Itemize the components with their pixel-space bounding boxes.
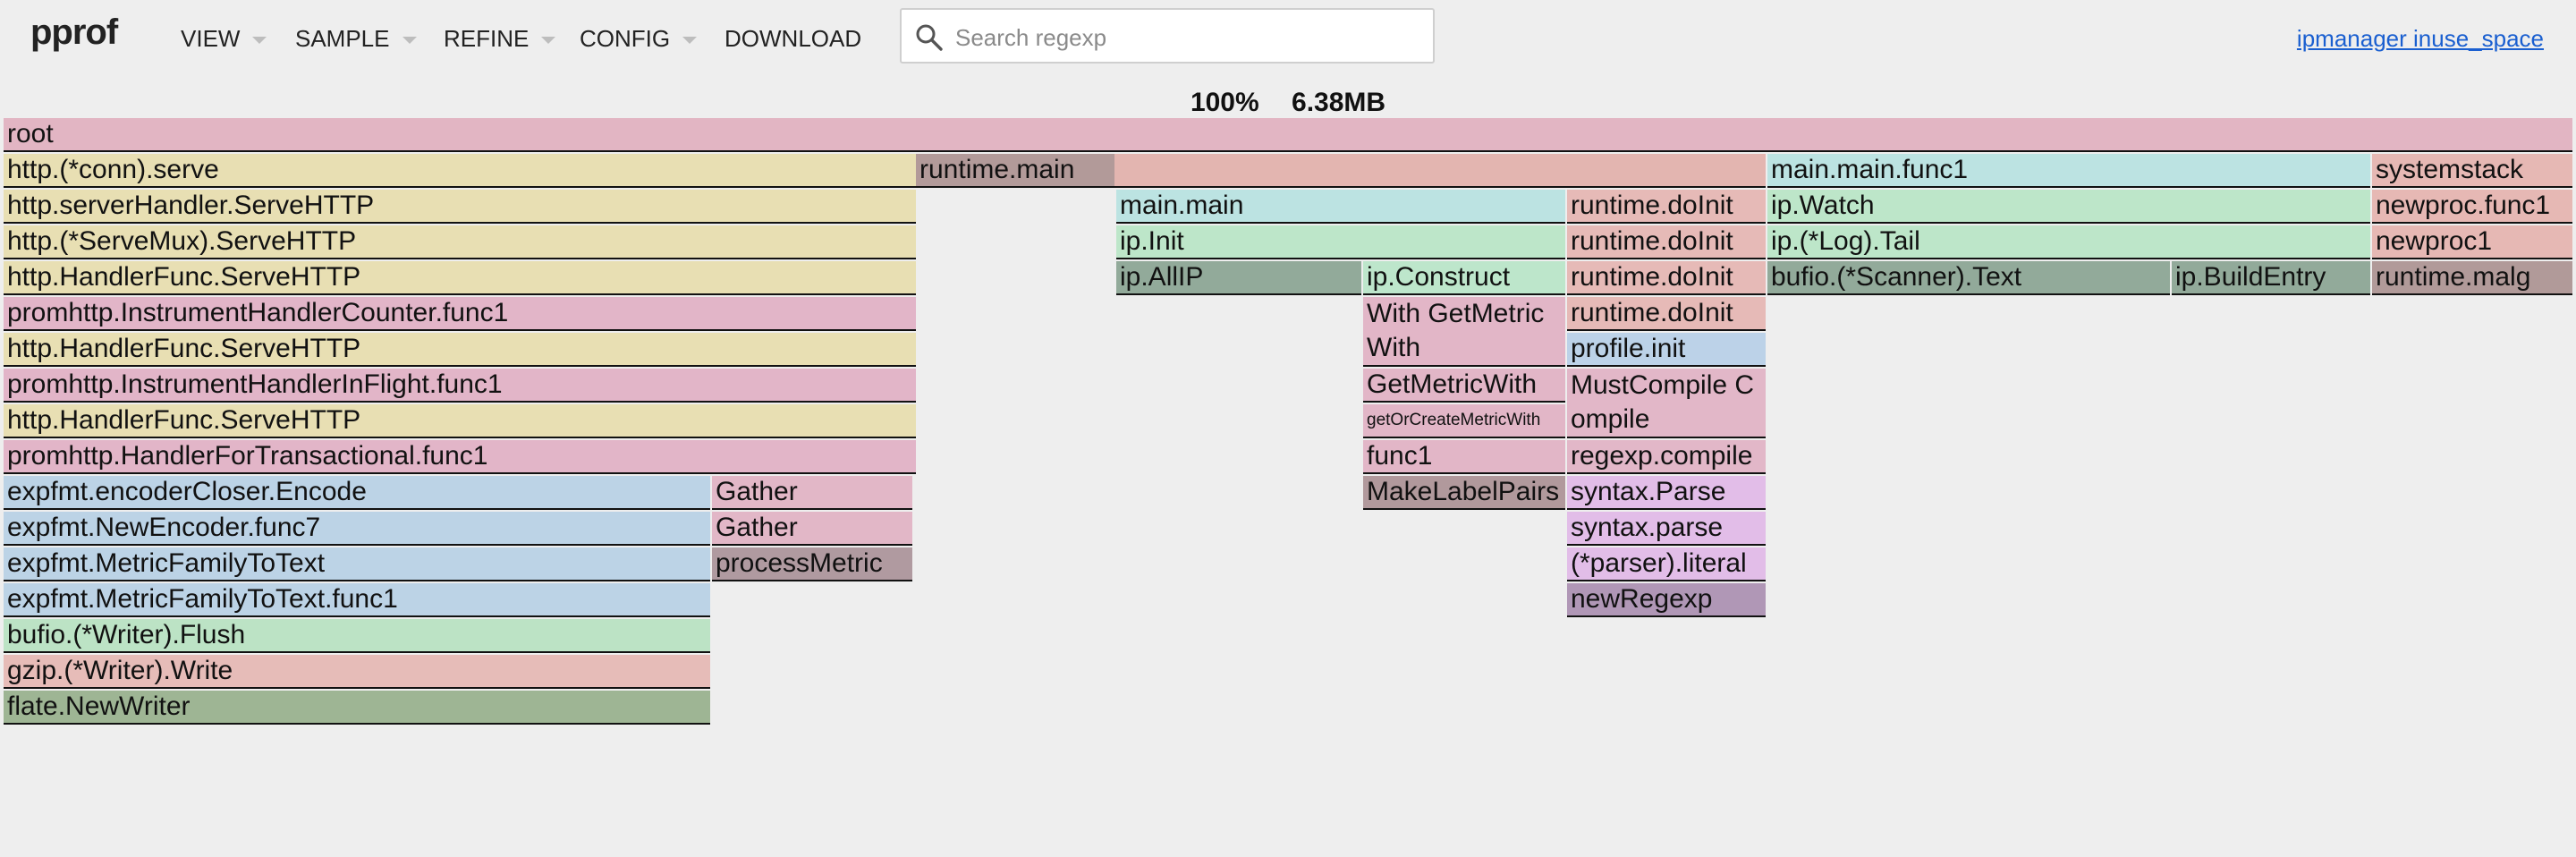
flame-frame[interactable]: systemstack: [2372, 154, 2572, 188]
flame-graph: root http.(*conn).serve http.serverHandler…: [0, 118, 2576, 744]
flame-frame[interactable]: processMetric: [712, 547, 912, 581]
flame-frame[interactable]: bufio.(*Writer).Flush: [4, 619, 710, 653]
flame-frame[interactable]: promhttp.InstrumentHandlerInFlight.func1: [4, 369, 916, 403]
flame-frame[interactable]: flate.NewWriter: [4, 691, 710, 725]
profile-title-link[interactable]: ipmanager inuse_space: [2297, 25, 2544, 53]
flame-frame[interactable]: Gather: [712, 512, 912, 546]
flame-frame[interactable]: runtime.doInit: [1567, 261, 1766, 295]
flame-frame[interactable]: http.HandlerFunc.ServeHTTP: [4, 404, 916, 438]
flame-frame[interactable]: gzip.(*Writer).Write: [4, 655, 710, 689]
menu-refine[interactable]: REFINE: [444, 25, 556, 53]
pprof-logo: pprof: [30, 13, 118, 52]
top-bar: pprof VIEW SAMPLE REFINE CONFIG DOWNLOAD…: [0, 0, 2576, 75]
flame-frame[interactable]: profile.init: [1567, 333, 1766, 367]
status-size: 6.38MB: [1292, 88, 1386, 117]
flame-frame[interactable]: promhttp.InstrumentHandlerCounter.func1: [4, 297, 916, 331]
flame-frame[interactable]: ip.AllIP: [1116, 261, 1361, 295]
flame-frame[interactable]: GetMetricWith: [1363, 369, 1565, 403]
flame-frame[interactable]: runtime.doInit: [1567, 225, 1766, 259]
menu-config[interactable]: CONFIG: [580, 25, 698, 53]
menu-view[interactable]: VIEW: [181, 25, 267, 53]
flame-frame[interactable]: MustCompile Compile: [1567, 369, 1766, 438]
flame-frame-unlabeled[interactable]: [1114, 154, 1766, 188]
flame-frame[interactable]: runtime.doInit: [1567, 297, 1766, 331]
flame-frame[interactable]: newRegexp: [1567, 583, 1766, 617]
flame-frame[interactable]: expfmt.encoderCloser.Encode: [4, 476, 710, 510]
flame-frame[interactable]: ip.BuildEntry: [2172, 261, 2370, 295]
status-percent: 100%: [1190, 88, 1259, 117]
flame-frame[interactable]: http.HandlerFunc.ServeHTTP: [4, 261, 916, 295]
chevron-down-icon: [682, 36, 698, 44]
flame-frame[interactable]: expfmt.MetricFamilyToText.func1: [4, 583, 710, 617]
flame-frame[interactable]: MakeLabelPairs: [1363, 476, 1565, 510]
flame-frame[interactable]: expfmt.NewEncoder.func7: [4, 512, 710, 546]
flame-frame[interactable]: (*parser).literal: [1567, 547, 1766, 581]
chevron-down-icon: [402, 36, 417, 44]
selection-status: 100% 6.38MB: [0, 88, 2576, 118]
flame-frame[interactable]: ip.(*Log).Tail: [1767, 225, 2370, 259]
flame-frame[interactable]: runtime.doInit: [1567, 190, 1766, 224]
flame-frame[interactable]: func1: [1363, 440, 1565, 474]
flame-frame[interactable]: Gather: [712, 476, 912, 510]
search-box: [900, 8, 1435, 64]
flame-frame[interactable]: bufio.(*Scanner).Text: [1767, 261, 2170, 295]
menu-sample[interactable]: SAMPLE: [295, 25, 417, 53]
menu-refine-label: REFINE: [444, 25, 530, 52]
flame-frame[interactable]: expfmt.MetricFamilyToText: [4, 547, 710, 581]
flame-frame[interactable]: syntax.parse: [1567, 512, 1766, 546]
chevron-down-icon: [252, 36, 267, 44]
flame-frame[interactable]: ip.Init: [1116, 225, 1565, 259]
menu-config-label: CONFIG: [580, 25, 671, 52]
menu-view-label: VIEW: [181, 25, 241, 52]
flame-frame[interactable]: ip.Watch: [1767, 190, 2370, 224]
flame-frame[interactable]: http.serverHandler.ServeHTTP: [4, 190, 916, 224]
flame-frame[interactable]: syntax.Parse: [1567, 476, 1766, 510]
search-input[interactable]: [953, 21, 1422, 55]
flame-frame[interactable]: regexp.compile: [1567, 440, 1766, 474]
chevron-down-icon: [541, 36, 556, 44]
flame-frame[interactable]: With GetMetricWith: [1363, 297, 1565, 367]
search-icon: [916, 24, 943, 51]
flame-frame[interactable]: main.main: [1116, 190, 1565, 224]
flame-frame[interactable]: http.(*ServeMux).ServeHTTP: [4, 225, 916, 259]
flame-frame[interactable]: main.main.func1: [1767, 154, 2370, 188]
flame-frame[interactable]: newproc1: [2372, 225, 2572, 259]
menu-download[interactable]: DOWNLOAD: [724, 25, 861, 53]
flame-frame[interactable]: promhttp.HandlerForTransactional.func1: [4, 440, 916, 474]
flame-frame[interactable]: ip.Construct: [1363, 261, 1565, 295]
flame-frame[interactable]: getOrCreateMetricWith: [1363, 404, 1565, 438]
flame-frame[interactable]: http.(*conn).serve: [4, 154, 916, 188]
menu-download-label: DOWNLOAD: [724, 25, 862, 52]
flame-frame[interactable]: newproc.func1: [2372, 190, 2572, 224]
menu-sample-label: SAMPLE: [295, 25, 390, 52]
flame-frame[interactable]: runtime.main: [916, 154, 1114, 188]
flame-frame[interactable]: http.HandlerFunc.ServeHTTP: [4, 333, 916, 367]
flame-frame[interactable]: root: [4, 118, 2572, 152]
flame-frame[interactable]: runtime.malg: [2372, 261, 2572, 295]
